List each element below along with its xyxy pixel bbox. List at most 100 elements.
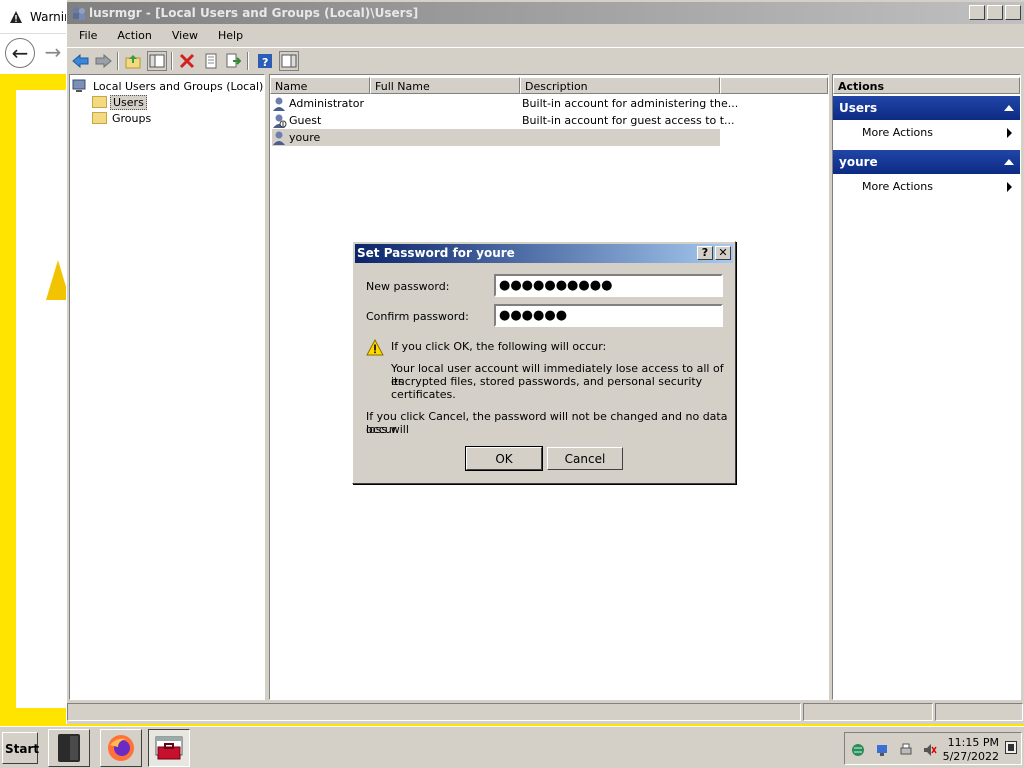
- firefox-icon: [108, 735, 134, 761]
- tree-item-users[interactable]: Users: [92, 94, 147, 110]
- network-globe-icon[interactable]: [851, 743, 865, 757]
- browser-tab[interactable]: Warnin: [0, 0, 66, 34]
- new-password-label: New password:: [366, 280, 450, 293]
- printer-icon[interactable]: [899, 743, 913, 757]
- status-pane: [935, 703, 1023, 721]
- menu-help[interactable]: Help: [206, 26, 251, 46]
- dialog-title: Set Password for youre: [357, 246, 515, 260]
- actions-pane: Actions Users More Actions youre More Ac…: [832, 74, 1021, 700]
- actions-section-users[interactable]: Users: [833, 96, 1020, 120]
- column-header-full-name[interactable]: Full Name: [370, 77, 520, 94]
- warning-icon: [10, 11, 22, 23]
- tree-item-label: Groups: [112, 111, 152, 125]
- clock[interactable]: 11:15 PM 5/27/2022: [943, 736, 999, 764]
- list-header: Name Full Name Description: [270, 77, 828, 94]
- status-bar: [67, 702, 1024, 722]
- terminal-app-icon: [58, 734, 80, 762]
- system-tray: 11:15 PM 5/27/2022: [844, 732, 1022, 765]
- table-row[interactable]: Administrator Built-in account for admin…: [272, 95, 739, 112]
- column-header-empty: [720, 77, 828, 94]
- browser-page-content: [16, 90, 66, 708]
- row-name: youre: [289, 131, 321, 144]
- forward-arrow-icon[interactable]: [93, 51, 113, 71]
- toolbar-separator: [247, 52, 249, 70]
- properties-icon[interactable]: [201, 51, 221, 71]
- minimize-button[interactable]: _: [969, 5, 985, 20]
- folder-icon: [92, 112, 107, 124]
- confirm-password-label: Confirm password:: [366, 310, 469, 323]
- row-description: Built-in account for administering the..…: [522, 97, 739, 110]
- set-password-dialog: Set Password for youre ? ✕ New password:…: [352, 241, 736, 484]
- status-pane: [67, 703, 801, 721]
- collapse-icon[interactable]: [1004, 105, 1014, 111]
- users-app-icon: [73, 7, 85, 20]
- cancel-button[interactable]: Cancel: [547, 447, 623, 470]
- cancel-note-line-2: occur.: [366, 423, 399, 436]
- delete-icon[interactable]: [177, 51, 197, 71]
- menu-view[interactable]: View: [160, 26, 206, 46]
- table-row[interactable]: Guest Built-in account for guest access …: [272, 112, 735, 129]
- actions-section-youre[interactable]: youre: [833, 150, 1020, 174]
- back-button[interactable]: ←: [5, 38, 35, 68]
- user-icon: [273, 97, 285, 111]
- show-hide-tree-icon[interactable]: [147, 51, 167, 71]
- new-password-field[interactable]: ●●●●●●●●●●: [494, 274, 723, 297]
- taskbar-item-lusrmgr[interactable]: [148, 729, 190, 767]
- tree-root[interactable]: Local Users and Groups (Local): [72, 78, 265, 94]
- maximize-button[interactable]: □: [987, 5, 1003, 20]
- close-button[interactable]: ✕: [1005, 5, 1021, 20]
- start-button[interactable]: Start: [2, 732, 39, 764]
- help-icon[interactable]: ?: [255, 51, 275, 71]
- show-hide-action-pane-icon[interactable]: [279, 51, 299, 71]
- more-actions-youre[interactable]: More Actions: [833, 176, 1020, 196]
- volume-muted-icon[interactable]: [923, 743, 937, 757]
- warning-line-2: encrypted files, stored passwords, and p…: [391, 375, 703, 401]
- browser-tab-title: Warnin: [30, 10, 66, 24]
- forward-button[interactable]: →: [38, 38, 68, 68]
- dialog-titlebar[interactable]: Set Password for youre ? ✕: [355, 244, 733, 263]
- up-folder-icon[interactable]: [123, 51, 143, 71]
- toolbar: ?: [67, 47, 1024, 73]
- help-button[interactable]: ?: [697, 246, 713, 260]
- action-item-label: More Actions: [862, 126, 933, 139]
- table-row-selected[interactable]: youre: [272, 129, 720, 146]
- console-tree: Local Users and Groups (Local) Users Gro…: [69, 74, 265, 700]
- column-header-description[interactable]: Description: [520, 77, 720, 94]
- actions-section-title: Users: [839, 101, 878, 115]
- background-browser: Warnin ← →: [0, 0, 70, 728]
- toolbar-separator: [171, 52, 173, 70]
- tree-item-groups[interactable]: Groups: [92, 110, 153, 126]
- menu-action[interactable]: Action: [105, 26, 159, 46]
- menu-bar: File Action View Help: [67, 26, 251, 46]
- show-desktop-icon[interactable]: [1005, 741, 1017, 754]
- clock-time: 11:15 PM: [947, 736, 999, 749]
- submenu-arrow-icon: [1007, 128, 1012, 138]
- dialog-close-button[interactable]: ✕: [715, 246, 731, 260]
- warning-icon: [366, 339, 384, 356]
- action-item-label: More Actions: [862, 180, 933, 193]
- warning-heading: If you click OK, the following will occu…: [391, 340, 607, 353]
- more-actions-users[interactable]: More Actions: [833, 122, 1020, 142]
- clock-date: 5/27/2022: [942, 750, 999, 763]
- user-icon: [273, 131, 285, 145]
- window-title: lusrmgr - [Local Users and Groups (Local…: [89, 6, 419, 20]
- confirm-password-field[interactable]: ●●●●●●: [494, 304, 723, 327]
- menu-file[interactable]: File: [67, 26, 105, 46]
- submenu-arrow-icon: [1007, 182, 1012, 192]
- network-icon[interactable]: [875, 743, 889, 757]
- ok-button[interactable]: OK: [465, 446, 543, 471]
- collapse-icon[interactable]: [1004, 159, 1014, 165]
- browser-nav: ← →: [0, 34, 66, 74]
- toolbar-separator: [117, 52, 119, 70]
- export-list-icon[interactable]: [223, 51, 243, 71]
- computer-users-icon: [72, 79, 86, 92]
- back-arrow-icon[interactable]: [71, 51, 91, 71]
- row-name: Administrator: [289, 97, 364, 110]
- taskbar-item-terminal[interactable]: [48, 729, 90, 767]
- column-header-name[interactable]: Name: [270, 77, 370, 94]
- actions-header: Actions: [833, 77, 1020, 94]
- window-titlebar[interactable]: lusrmgr - [Local Users and Groups (Local…: [67, 2, 1024, 24]
- taskbar-item-firefox[interactable]: [100, 729, 142, 767]
- actions-section-title: youre: [839, 155, 878, 169]
- taskbar: Start 11:15 PM 5/27/2022: [0, 726, 1024, 768]
